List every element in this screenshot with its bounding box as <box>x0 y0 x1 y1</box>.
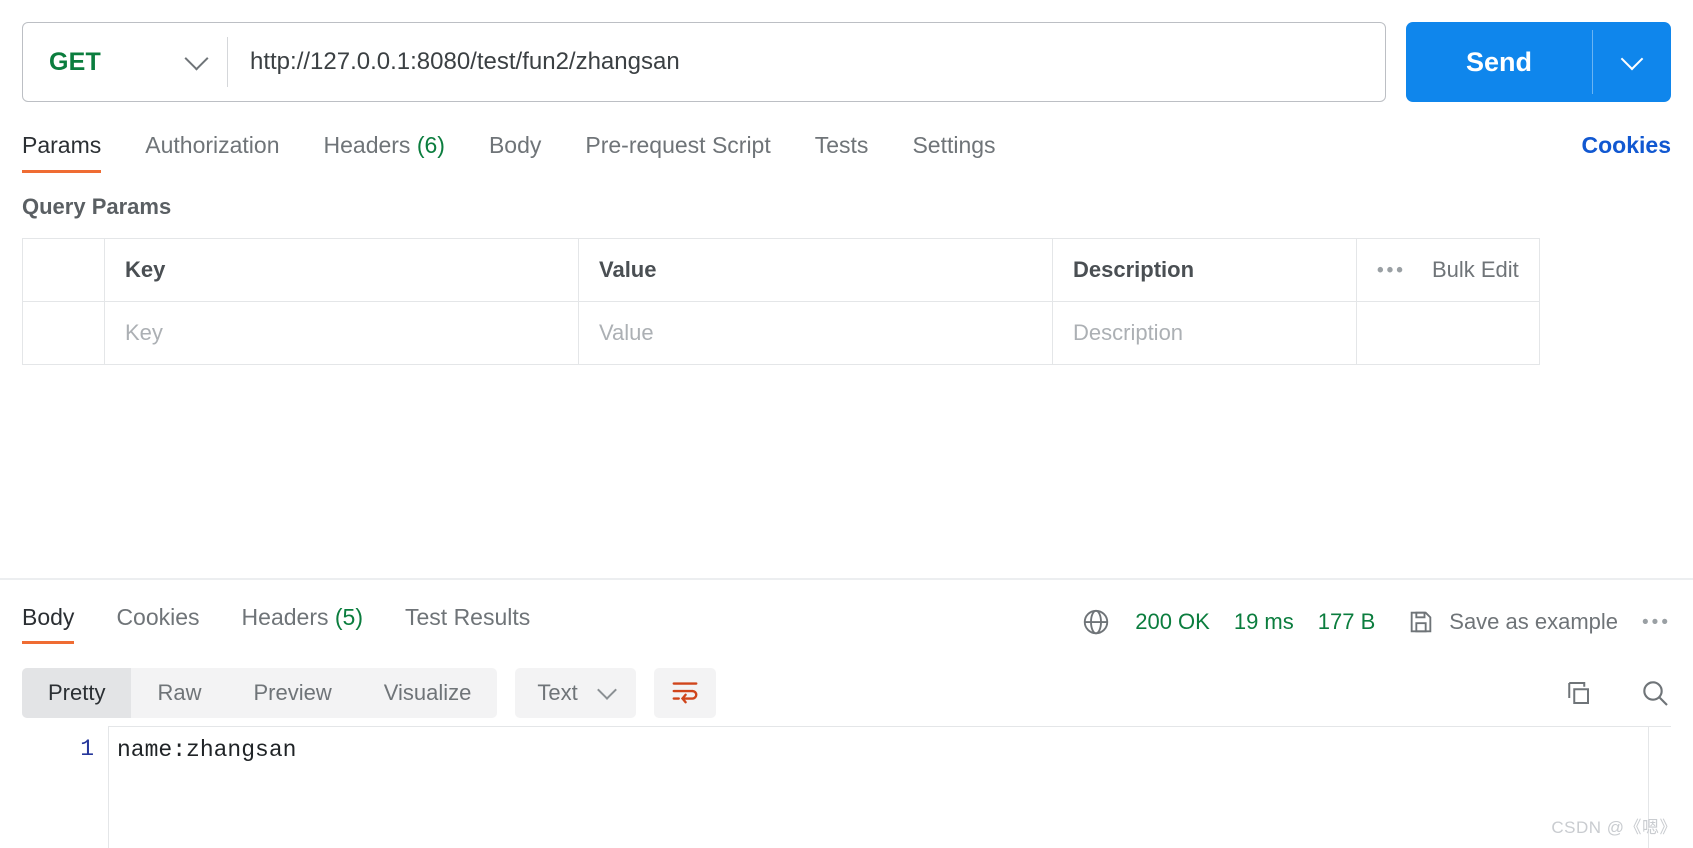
table-row: Key Value Description <box>23 302 1539 365</box>
http-method-label: GET <box>49 47 101 76</box>
response-body-actions <box>1563 677 1671 709</box>
save-as-example-label: Save as example <box>1449 609 1619 634</box>
send-button[interactable]: Send <box>1406 22 1592 102</box>
response-pane-divider[interactable] <box>0 578 1693 580</box>
view-mode-group: Pretty Raw Preview Visualize <box>22 668 498 718</box>
response-time: 19 ms <box>1233 609 1294 634</box>
save-icon <box>1407 608 1435 636</box>
tab-count: (6) <box>416 131 445 158</box>
send-button-group: Send <box>1406 22 1671 102</box>
tab-headers[interactable]: Headers (6) <box>324 132 445 173</box>
response-tab-test-results[interactable]: Test Results <box>405 604 530 644</box>
bulk-edit-cell: ••• Bulk Edit <box>1357 239 1539 301</box>
column-header-description: Description <box>1053 239 1357 301</box>
key-input[interactable]: Key <box>105 302 579 364</box>
cookies-link[interactable]: Cookies <box>1582 132 1671 173</box>
url-input[interactable]: http://127.0.0.1:8080/test/fun2/zhangsan <box>228 23 1385 101</box>
tab-label: Authorization <box>145 131 280 158</box>
row-spacer-cell <box>1357 302 1539 364</box>
column-header-key: Key <box>105 239 579 301</box>
watermark: CSDN @《嗯》 <box>1551 818 1677 837</box>
send-options-button[interactable] <box>1593 22 1671 102</box>
tab-authorization[interactable]: Authorization <box>145 132 279 173</box>
tab-body[interactable]: Body <box>489 132 541 173</box>
row-checkbox-cell[interactable] <box>23 302 105 364</box>
response-tab-headers[interactable]: Headers (5) <box>242 604 363 644</box>
chevron-down-icon <box>1620 47 1644 70</box>
table-header-row: Key Value Description ••• Bulk Edit <box>23 239 1539 302</box>
more-options-icon[interactable]: ••• <box>1377 261 1406 280</box>
tab-count: (5) <box>334 604 363 630</box>
bulk-edit-button[interactable]: Bulk Edit <box>1432 257 1519 283</box>
copy-icon[interactable] <box>1563 678 1593 708</box>
response-tab-body[interactable]: Body <box>22 604 75 644</box>
view-mode-raw[interactable]: Raw <box>131 668 227 718</box>
tab-label: Body <box>488 131 542 158</box>
url-box: GET http://127.0.0.1:8080/test/fun2/zhan… <box>22 22 1386 102</box>
column-header-value: Value <box>579 239 1053 301</box>
line-number: 1 <box>80 736 94 762</box>
query-params-title: Query Params <box>22 194 172 219</box>
tab-label: Headers <box>241 604 329 630</box>
tab-label: Pre-request Script <box>585 131 771 158</box>
tab-label: Tests <box>814 131 869 158</box>
http-method-select[interactable]: GET <box>23 23 227 101</box>
request-tab-bar: Params Authorization Headers (6) Body Pr… <box>0 124 1693 180</box>
select-all-cell[interactable] <box>23 239 105 301</box>
request-url-row: GET http://127.0.0.1:8080/test/fun2/zhan… <box>0 0 1693 102</box>
search-icon[interactable] <box>1639 677 1671 709</box>
globe-icon[interactable] <box>1081 607 1111 637</box>
tab-label: Test Results <box>405 604 531 630</box>
chevron-down-icon <box>184 46 209 71</box>
chevron-down-icon <box>596 680 617 700</box>
response-more-options-icon[interactable]: ••• <box>1642 613 1671 632</box>
response-body-code: 1 name:zhangsan <box>0 726 1693 848</box>
view-mode-preview[interactable]: Preview <box>227 668 357 718</box>
tab-pre-request-script[interactable]: Pre-request Script <box>585 132 770 173</box>
tab-tests[interactable]: Tests <box>815 132 869 173</box>
tab-settings[interactable]: Settings <box>912 132 995 173</box>
format-label: Text <box>537 680 578 705</box>
tab-label: Cookies <box>116 604 200 630</box>
value-input[interactable]: Value <box>579 302 1053 364</box>
save-as-example-button[interactable]: Save as example <box>1407 608 1618 636</box>
response-size: 177 B <box>1317 609 1376 634</box>
tab-params[interactable]: Params <box>22 131 102 173</box>
word-wrap-button[interactable] <box>653 668 716 718</box>
word-wrap-icon <box>670 678 700 709</box>
view-mode-pretty[interactable]: Pretty <box>22 668 132 718</box>
tab-label: Body <box>22 604 75 630</box>
tab-label: Params <box>22 131 102 158</box>
description-input[interactable]: Description <box>1053 302 1357 364</box>
status-code: 200 OK <box>1135 609 1210 634</box>
response-tab-cookies[interactable]: Cookies <box>116 604 199 644</box>
line-number-gutter: 1 <box>0 726 108 848</box>
code-line: name:zhangsan <box>117 737 297 763</box>
tab-label: Settings <box>912 131 996 158</box>
tab-label: Headers <box>323 131 411 158</box>
view-mode-visualize[interactable]: Visualize <box>358 668 498 718</box>
format-select[interactable]: Text <box>515 668 636 718</box>
response-body-toolbar: Pretty Raw Preview Visualize Text <box>0 662 1693 724</box>
response-tab-bar: Body Cookies Headers (5) Test Results 20… <box>0 592 1693 656</box>
query-params-table: Key Value Description ••• Bulk Edit Key … <box>22 238 1540 365</box>
code-content[interactable]: name:zhangsan <box>108 726 1671 848</box>
response-status-group: 200 OK 19 ms 177 B Save as example ••• <box>1081 607 1671 641</box>
